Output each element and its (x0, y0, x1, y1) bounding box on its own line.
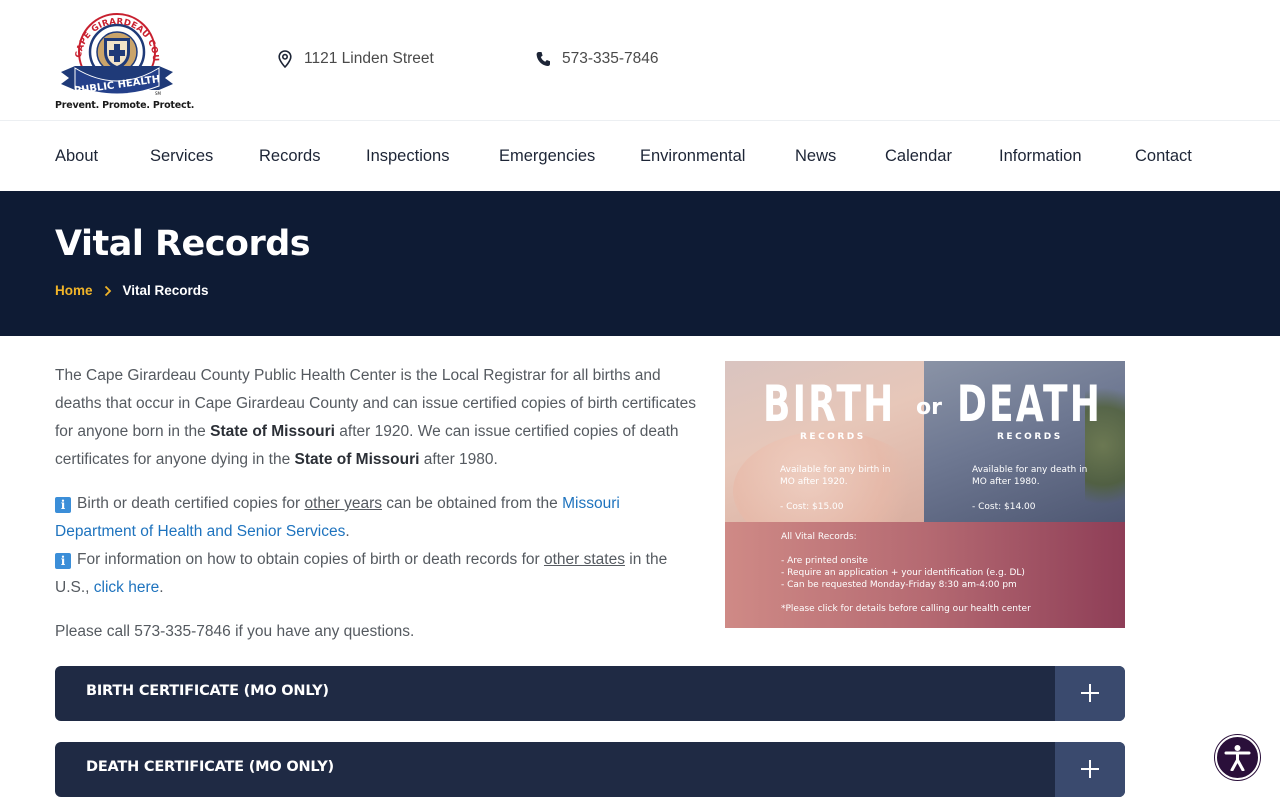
plus-icon (1081, 684, 1099, 702)
promo-all-title: All Vital Records: (781, 532, 857, 542)
address-text: 1121 Linden Street (304, 50, 434, 67)
promo-birth-cost: - Cost: $15.00 (780, 502, 844, 512)
nav-item-information[interactable]: Information (999, 147, 1082, 166)
promo-death-cost: - Cost: $14.00 (972, 502, 1036, 512)
page-title: Vital Records (55, 224, 311, 264)
promo-records-right: RECORDS (997, 432, 1063, 442)
promo-or-text: or (916, 395, 942, 420)
accordion-title: BIRTH CERTIFICATE (MO ONLY) (86, 683, 329, 699)
logo-tagline: Prevent. Promote. Protect. (55, 100, 195, 111)
breadcrumb-current: Vital Records (122, 283, 209, 298)
promo-birth-title: BIRTH (763, 375, 896, 433)
vital-records-promo-image[interactable]: BIRTH or DEATH RECORDS RECORDS Available… (725, 361, 1125, 628)
map-pin-icon (278, 50, 292, 68)
promo-death-title: DEATH (957, 375, 1103, 433)
note1-text-b: can be obtained from the (382, 495, 563, 512)
nav-item-about[interactable]: About (55, 147, 98, 166)
promo-all-2: - Require an application + your identifi… (781, 568, 1025, 578)
info-notes: i Birth or death certified copies for oth… (55, 490, 705, 602)
breadcrumb-home-link[interactable]: Home (55, 283, 93, 298)
site-logo[interactable]: CAPE GIRARDEAU COUNTY PUBLIC HEALTH SM P… (51, 1, 195, 112)
nav-item-emergencies[interactable]: Emergencies (499, 147, 595, 166)
nav-item-records[interactable]: Records (259, 147, 320, 166)
chevron-right-icon (104, 285, 111, 296)
intro-text-3: after 1980. (419, 451, 498, 468)
main-content: The Cape Girardeau County Public Health … (55, 362, 705, 662)
breadcrumb: Home Vital Records (55, 283, 209, 298)
info-icon: i (55, 553, 71, 569)
info-icon: i (55, 497, 71, 513)
promo-birth-line1: Available for any birth in (780, 465, 891, 475)
nav-item-news[interactable]: News (795, 147, 836, 166)
plus-icon (1081, 760, 1099, 778)
accessibility-widget-button[interactable] (1215, 735, 1260, 780)
phone-text: 573-335-7846 (562, 50, 659, 67)
page-hero: Vital Records Home Vital Records (0, 191, 1280, 336)
logo-emblem-icon: CAPE GIRARDEAU COUNTY PUBLIC HEALTH SM (51, 1, 173, 97)
phone-contact[interactable]: 573-335-7846 (536, 50, 659, 68)
note2-end: . (159, 579, 164, 596)
intro-bold-1: State of Missouri (210, 423, 335, 440)
address-contact[interactable]: 1121 Linden Street (278, 50, 434, 68)
note2-text-a: For information on how to obtain copies … (77, 551, 544, 568)
note1-underline: other years (304, 495, 382, 512)
promo-all-1: - Are printed onsite (781, 556, 868, 566)
promo-all-3: - Can be requested Monday-Friday 8:30 am… (781, 580, 1017, 590)
nav-item-calendar[interactable]: Calendar (885, 147, 952, 166)
accordion-toggle-button[interactable] (1055, 666, 1125, 721)
nav-item-contact[interactable]: Contact (1135, 147, 1192, 166)
accordion-birth-certificate[interactable]: BIRTH CERTIFICATE (MO ONLY) (55, 666, 1125, 721)
main-nav: About Services Records Inspections Emerg… (0, 121, 1280, 191)
logo-sm-mark: SM (155, 91, 162, 96)
site-header: CAPE GIRARDEAU COUNTY PUBLIC HEALTH SM P… (0, 0, 1280, 121)
nav-item-environmental[interactable]: Environmental (640, 147, 745, 166)
nav-item-services[interactable]: Services (150, 147, 213, 166)
promo-all-note: *Please click for details before calling… (781, 604, 1031, 614)
accordion-death-certificate[interactable]: DEATH CERTIFICATE (MO ONLY) (55, 742, 1125, 797)
call-text: Please call 573-335-7846 if you have any… (55, 623, 415, 640)
promo-death-line1: Available for any death in (972, 465, 1088, 475)
accordion-title: DEATH CERTIFICATE (MO ONLY) (86, 759, 334, 775)
intro-paragraph: The Cape Girardeau County Public Health … (55, 362, 705, 474)
accessibility-icon (1224, 745, 1251, 771)
note1-text-a: Birth or death certified copies for (77, 495, 305, 512)
note2-underline: other states (543, 551, 625, 568)
promo-death-line2: MO after 1980. (972, 477, 1040, 487)
click-here-link[interactable]: click here (94, 579, 159, 596)
promo-records-left: RECORDS (800, 432, 866, 442)
accordion-toggle-button[interactable] (1055, 742, 1125, 797)
intro-bold-2: State of Missouri (294, 451, 420, 468)
phone-icon (536, 52, 550, 66)
promo-birth-line2: MO after 1920. (780, 477, 848, 487)
nav-item-inspections[interactable]: Inspections (366, 147, 449, 166)
note1-end: . (345, 523, 350, 540)
